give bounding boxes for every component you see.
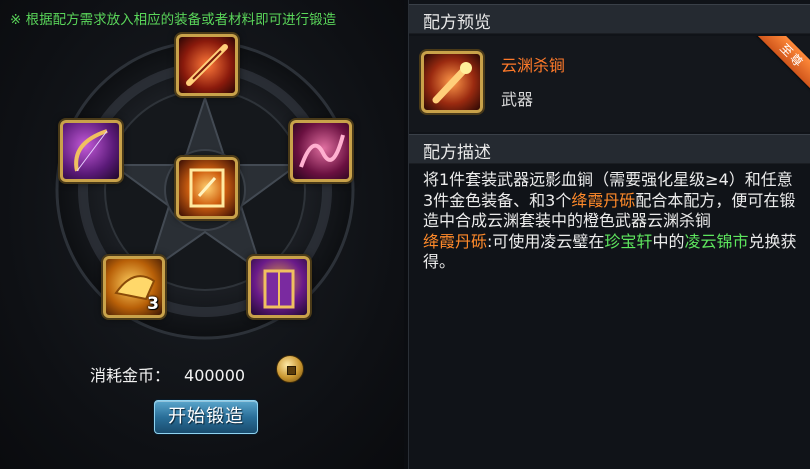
description-title: 配方描述: [423, 143, 491, 163]
whip-icon: [299, 134, 345, 168]
mace-icon: [432, 62, 472, 104]
desc-text: :可使用凌云璧在: [487, 231, 605, 251]
material-quantity: 3: [147, 294, 159, 314]
result-item-name: 云渊杀锏: [501, 56, 566, 75]
material-slot-bottom-left[interactable]: 3: [103, 256, 165, 318]
gold-cost-value: 400000: [184, 366, 246, 385]
recipe-description: 将1件套装武器远影血锏（需要强化星级≥4）和任意3件金色装备、和3个绛霞丹砾配合…: [423, 170, 801, 273]
material-slot-top[interactable]: [176, 34, 238, 96]
gold-cost-label: 消耗金币：: [90, 366, 171, 385]
material-slot-center[interactable]: [176, 157, 238, 219]
result-item-type: 武器: [501, 90, 534, 109]
desc-shop-link[interactable]: 珍宝轩: [604, 232, 652, 251]
bow-icon: [74, 129, 108, 172]
result-item-icon[interactable]: [421, 51, 483, 113]
material-slot-left[interactable]: [60, 120, 122, 182]
material-slot-bottom-right[interactable]: [248, 256, 310, 318]
start-forge-button[interactable]: 开始锻造: [154, 400, 258, 434]
desc-text: 中的: [652, 231, 685, 251]
preview-header: 配方预览: [409, 4, 810, 34]
rarity-ribbon: 至尊: [750, 36, 810, 96]
armor-icon: [263, 269, 295, 309]
scroll-icon: [189, 168, 225, 208]
preview-title: 配方预览: [423, 13, 491, 33]
forge-panel: ※ 根据配方需求放入相应的装备或者材料即可进行锻造 3 消耗金币： 400000…: [0, 0, 404, 469]
desc-market-link[interactable]: 凌云锦市: [684, 232, 748, 251]
description-header: 配方描述: [409, 134, 810, 164]
desc-material-highlight: 绛霞丹砾: [571, 190, 636, 210]
recipe-panel: 配方预览 云渊杀锏 武器 至尊 配方描述 将1件套装武器远影血锏（需要强化星级≥…: [408, 0, 810, 469]
desc-material-highlight: 绛霞丹砾: [423, 231, 488, 251]
rarity-ribbon-label: 至尊: [755, 36, 810, 93]
forge-hint: ※ 根据配方需求放入相应的装备或者材料即可进行锻造: [10, 12, 337, 28]
material-slot-right[interactable]: [290, 120, 352, 182]
gold-cost: 消耗金币： 400000: [90, 362, 245, 386]
red-weapon-icon: [186, 44, 228, 86]
gold-coin-icon: [276, 355, 304, 383]
